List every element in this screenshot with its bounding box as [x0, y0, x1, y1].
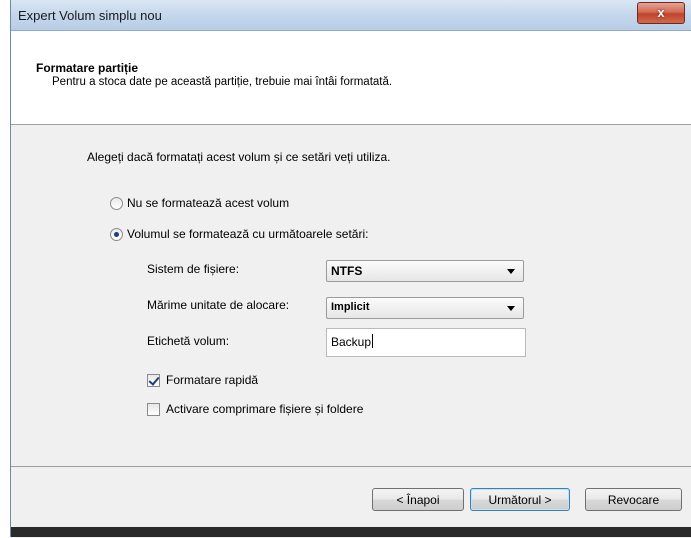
instruction-text: Alegeți dacă formatați acest volum și ce… [87, 150, 391, 164]
file-system-label: Sistem de fișiere: [147, 262, 240, 276]
radio-no-format[interactable] [110, 197, 123, 210]
radio-no-format-label[interactable]: Nu se formatează acest volum [127, 196, 289, 210]
page-subtitle: Pentru a stoca date pe această partiție,… [52, 76, 393, 88]
wizard-window: Expert Volum simplu nou x Formatare part… [10, 0, 691, 538]
radio-format-label[interactable]: Volumul se formatează cu următoarele set… [127, 227, 368, 241]
window-title: Expert Volum simplu nou [18, 8, 162, 23]
window-bottom-edge [11, 527, 691, 537]
checkmark-icon [148, 374, 160, 386]
page-title: Formatare partiție [36, 61, 139, 75]
chevron-down-icon [507, 306, 515, 311]
compression-checkbox[interactable] [147, 403, 160, 416]
volume-label-value: Backup [331, 335, 372, 349]
wizard-header: Formatare partiție Pentru a stoca date p… [11, 31, 691, 125]
back-button[interactable]: < Înapoi [372, 488, 464, 511]
cancel-button[interactable]: Revocare [585, 488, 682, 511]
quick-format-checkbox[interactable] [147, 374, 160, 387]
wizard-content: Alegeți dacă formatați acest volum și ce… [11, 125, 691, 465]
allocation-unit-value: Implicit [331, 301, 370, 313]
next-button[interactable]: Următorul > [470, 488, 570, 511]
close-button[interactable]: x [637, 2, 685, 24]
close-icon: x [657, 5, 665, 20]
compression-label[interactable]: Activare comprimare fișiere și foldere [166, 402, 363, 416]
chevron-down-icon [507, 269, 515, 274]
file-system-value: NTFS [331, 264, 363, 278]
text-caret [372, 334, 374, 348]
allocation-unit-label: Mărime unitate de alocare: [147, 298, 290, 312]
file-system-select[interactable]: NTFS [326, 260, 524, 282]
volume-label-input[interactable]: Backup [326, 328, 526, 357]
volume-label-label: Etichetă volum: [147, 334, 230, 348]
allocation-unit-select[interactable]: Implicit [326, 297, 524, 319]
radio-format[interactable] [110, 228, 123, 241]
title-bar[interactable]: Expert Volum simplu nou x [11, 0, 691, 31]
quick-format-label[interactable]: Formatare rapidă [166, 373, 258, 387]
